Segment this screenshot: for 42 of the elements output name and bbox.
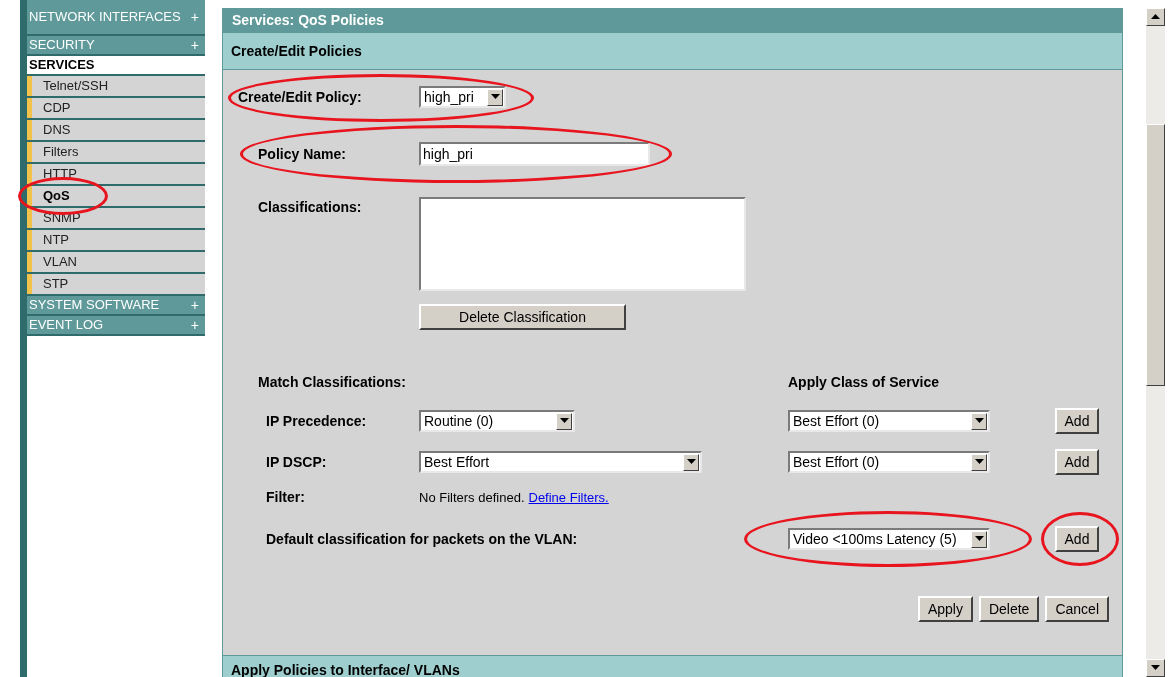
match-dropdown[interactable]: Routine (0): [419, 410, 575, 432]
define-filters-link[interactable]: Define Filters.: [528, 487, 609, 508]
classifications-listbox[interactable]: [419, 197, 746, 291]
field-label: Policy Name:: [258, 144, 347, 164]
sidebar-item[interactable]: QoS: [27, 186, 205, 206]
cancel-button[interactable]: Cancel: [1045, 596, 1109, 622]
delete-button[interactable]: Delete: [978, 596, 1040, 622]
field-label: Classifications:: [258, 198, 363, 217]
add-button[interactable]: Add: [1055, 408, 1099, 434]
scroll-thumb[interactable]: [1146, 124, 1165, 386]
sidebar-item[interactable]: VLAN: [27, 252, 205, 272]
scroll-down-icon[interactable]: [1146, 659, 1165, 677]
policy-name-field[interactable]: high_pri: [419, 142, 650, 166]
field-label: IP DSCP:: [266, 452, 328, 472]
add-button[interactable]: Add: [1055, 449, 1099, 475]
field-label: IP Precedence:: [266, 411, 368, 431]
sidebar-item[interactable]: Filters: [27, 142, 205, 162]
section-header: Create/Edit Policies: [223, 33, 1122, 70]
filter-text: No Filters defined.: [419, 488, 525, 507]
class-of-service-dropdown[interactable]: Best Effort (0): [788, 451, 990, 473]
column-heading: Match Classifications:: [258, 373, 407, 392]
sidebar-section[interactable]: SERVICES: [27, 56, 205, 74]
section-header: Apply Policies to Interface/ VLANs: [223, 655, 1122, 677]
scrollbar[interactable]: [1146, 8, 1165, 677]
add-button[interactable]: Add: [1055, 526, 1099, 552]
policy-dropdown[interactable]: high_pri: [419, 86, 506, 108]
class-of-service-dropdown[interactable]: Video <100ms Latency (5): [788, 528, 990, 550]
sidebar-item[interactable]: CDP: [27, 98, 205, 118]
match-dropdown[interactable]: Best Effort: [419, 451, 702, 473]
field-label: Default classification for packets on the VLAN:: [266, 529, 579, 549]
sidebar-item[interactable]: STP: [27, 274, 205, 294]
sidebar-item[interactable]: NTP: [27, 230, 205, 250]
class-of-service-dropdown[interactable]: Best Effort (0): [788, 410, 990, 432]
column-heading: Apply Class of Service: [788, 373, 939, 392]
scroll-up-icon[interactable]: [1146, 8, 1165, 26]
field-label: Filter:: [266, 488, 306, 507]
delete-classification-button[interactable]: Delete Classification: [419, 304, 626, 330]
field-label: Create/Edit Policy:: [238, 87, 363, 107]
apply-button[interactable]: Apply: [917, 596, 973, 622]
sidebar-item[interactable]: DNS: [27, 120, 205, 140]
sidebar-item[interactable]: Telnet/SSH: [27, 76, 205, 96]
panel-title: Services: QoS Policies: [223, 8, 1122, 33]
